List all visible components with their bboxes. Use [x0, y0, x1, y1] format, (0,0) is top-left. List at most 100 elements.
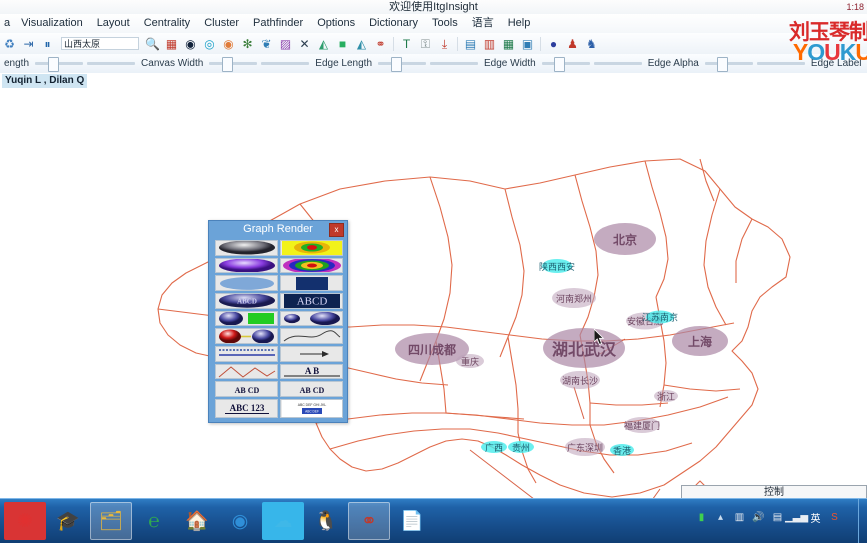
table-icon[interactable]: ▤ [462, 34, 479, 53]
globe-icon[interactable]: ● [545, 34, 562, 53]
recycle-icon[interactable]: ♻ [1, 34, 18, 53]
slider-edge-alpha[interactable]: Edge Alpha [592, 57, 755, 72]
map-node-zhengzhou[interactable]: 河南郑州 [552, 288, 596, 308]
close-icon[interactable]: x [329, 223, 344, 237]
menu-item-help[interactable]: Help [501, 14, 538, 33]
slider-thumb[interactable] [554, 57, 566, 72]
text-tool-icon[interactable]: T [398, 34, 415, 53]
map-node-shanghai[interactable]: 上海 [672, 326, 728, 356]
map-node-xiamen[interactable]: 福建厦门 [624, 417, 660, 433]
render-style-arrow-edge[interactable] [280, 346, 343, 362]
slider-track[interactable] [261, 62, 310, 65]
render-style-ab-cd-left[interactable]: AB CD [215, 381, 278, 397]
render-style-dashed-edge[interactable] [215, 346, 278, 362]
arrow-right-bar-icon[interactable]: ⇥ [20, 34, 37, 53]
map-node-nanjing[interactable]: 江苏南京 [642, 310, 678, 324]
menu-item-cluster[interactable]: Cluster [197, 14, 246, 33]
tray-separator-icon[interactable]: ▴ [714, 510, 727, 525]
map-node-hongkong[interactable]: 香港 [610, 444, 634, 456]
taskbar-item-graduation[interactable]: 🎓 [47, 502, 89, 540]
taskbar-item-folder[interactable]: 🗂 [90, 502, 132, 540]
search-icon[interactable]: 🔍 [144, 34, 161, 53]
window-icon[interactable]: ▣ [519, 34, 536, 53]
key-icon[interactable]: ⚿ [417, 34, 434, 53]
map-node-wuhan[interactable]: 湖北武汉 [543, 328, 625, 368]
slider-thumb[interactable] [221, 57, 233, 72]
render-style-abc123[interactable]: ABC 123 [215, 399, 278, 418]
glow-node-icon[interactable]: ◉ [182, 34, 199, 53]
tray-display-icon[interactable]: ▥ [733, 510, 746, 525]
person-red-icon[interactable]: ♟ [564, 34, 581, 53]
map-node-guangxi[interactable]: 广西 [481, 441, 507, 453]
slider-canvas-width[interactable]: Canvas Width [85, 57, 259, 72]
map-node-zhejiang[interactable]: 浙江 [654, 390, 678, 402]
taskbar-item-qq[interactable]: 🐧 [305, 502, 347, 540]
render-style-navy-rect[interactable] [280, 275, 343, 291]
tray-volume-icon[interactable]: 🔊 [752, 510, 765, 525]
render-style-red-blue-nodes[interactable] [215, 328, 278, 344]
playback-control-panel[interactable]: 控制 ❙❙■▶❙菜单多节定位 帧: 392/950 时间: 1:18/3:10 [681, 485, 867, 498]
pause-icon[interactable]: ⏸ [39, 34, 56, 53]
tray-network-error-icon[interactable]: ▤ [771, 510, 784, 525]
tray-sogou-icon[interactable]: S [828, 510, 841, 525]
slider-edge-length[interactable]: Edge Length [259, 57, 428, 72]
slider-track[interactable] [704, 57, 753, 72]
slider-track[interactable] [209, 57, 258, 72]
map-node-beijing[interactable]: 北京 [594, 223, 656, 255]
taskbar-item-itginsight[interactable]: ⚭ [348, 502, 390, 540]
slider-node-length[interactable]: ength [0, 57, 85, 72]
cluster-graph-icon[interactable]: ❦ [258, 34, 275, 53]
slider-edge-label[interactable]: Edge Label [755, 58, 867, 69]
pin-down-icon[interactable]: ⤓ [436, 34, 453, 53]
render-style-yellow-target[interactable] [280, 240, 343, 256]
person-blue-icon[interactable]: ♞ [583, 34, 600, 53]
spiral-icon[interactable]: ◉ [220, 34, 237, 53]
slider-track[interactable] [756, 62, 805, 65]
square-green-icon[interactable]: ■ [334, 34, 351, 53]
color-palette-icon[interactable]: ▦ [163, 34, 180, 53]
cherry-node-icon[interactable]: ⚭ [372, 34, 389, 53]
slider-edge-width[interactable]: Edge Width [428, 57, 592, 72]
taskbar-item-browser-e[interactable]: ℮ [133, 502, 175, 540]
render-style-rainbow-target[interactable] [280, 257, 343, 274]
menu-item-a[interactable]: a [2, 14, 14, 33]
slider-thumb[interactable] [717, 57, 729, 72]
slider-track[interactable] [430, 62, 478, 65]
menu-item-tools[interactable]: Tools [425, 14, 465, 33]
render-style-gray-ellipse[interactable] [215, 240, 278, 256]
map-node-guizhou[interactable]: 贵州 [508, 441, 534, 453]
pdf-export-icon[interactable]: ▥ [481, 34, 498, 53]
render-style-abcd-rect[interactable]: ABCD [280, 293, 343, 309]
tray-signal-icon[interactable]: ▁▃▅ [785, 510, 808, 525]
taskbar-item-app-red[interactable]: ✺ [4, 502, 46, 540]
menu-item-language[interactable]: 语言 [465, 14, 501, 33]
taskbar-item-cloud[interactable]: ☁ [262, 502, 304, 540]
taskbar-item-chrome[interactable]: ◉ [219, 502, 261, 540]
render-style-blue-flat-ellipse[interactable] [215, 275, 278, 291]
menu-item-centrality[interactable]: Centrality [137, 14, 197, 33]
render-style-abcd-ellipse[interactable]: ABCD [215, 293, 278, 309]
menu-item-visualization[interactable]: Visualization [14, 14, 90, 33]
menu-item-options[interactable]: Options [310, 14, 362, 33]
slider-track[interactable] [378, 57, 426, 72]
map-node-xian[interactable]: 陕西西安 [539, 259, 575, 273]
tray-ime-icon[interactable]: 英 [809, 510, 822, 525]
render-style-purple-ellipse[interactable] [215, 257, 278, 274]
mountain-chart-icon[interactable]: ◭ [315, 34, 332, 53]
matrix-icon[interactable]: ▨ [277, 34, 294, 53]
render-style-node-and-green-box[interactable] [215, 310, 278, 327]
render-style-zigzag-edge[interactable] [215, 363, 278, 380]
map-node-shenzhen[interactable]: 广东深圳 [565, 438, 605, 456]
map-node-chongqing[interactable]: 重庆 [456, 354, 484, 368]
slider-track[interactable] [87, 62, 136, 65]
menu-item-layout[interactable]: Layout [90, 14, 137, 33]
render-style-ab-cd-right[interactable]: AB CD [280, 381, 343, 397]
pathfinder-icon[interactable]: ✕ [296, 34, 313, 53]
slider-track[interactable] [35, 57, 84, 72]
graph-canvas[interactable]: 北京 上海 湖北武汉 四川成都 河南郑州 安徽合肥 湖南长沙 重庆 广东深圳 福建厦门 浙江 陕西西安… [0, 89, 867, 498]
excel-export-icon[interactable]: ▦ [500, 34, 517, 53]
graph-render-dialog[interactable]: Graph Render x ABCD ABCD A B AB CD AB CD ABC … [208, 220, 348, 423]
hill-chart-icon[interactable]: ◭ [353, 34, 370, 53]
taskbar-item-notepad[interactable]: 📄 [391, 502, 433, 540]
slider-track[interactable] [593, 62, 642, 65]
